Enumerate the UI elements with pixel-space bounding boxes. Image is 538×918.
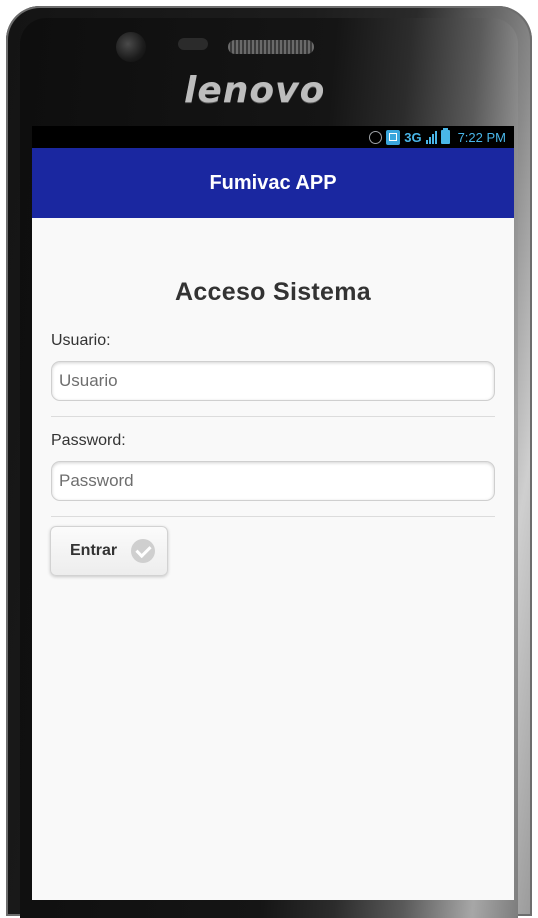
status-icons: 3G 7:22 PM [369,128,506,145]
network-type: 3G [404,129,422,145]
proximity-sensor [178,38,208,50]
password-input[interactable] [51,461,495,501]
battery-icon [440,128,450,144]
username-label: Usuario: [51,332,111,349]
check-icon [131,539,156,563]
app-title: Fumivac APP [209,171,337,194]
divider [51,416,495,417]
app-header: Fumivac APP [32,148,514,218]
password-label: Password: [51,432,126,449]
divider [51,516,495,517]
front-camera [116,32,146,62]
brand-logo: lenovo [184,70,326,111]
status-bar: 3G 7:22 PM [32,126,514,148]
username-input[interactable] [51,361,495,401]
page-title: Acceso Sistema [175,278,371,306]
login-button-label: Entrar [70,542,118,559]
login-button[interactable]: Entrar [50,526,168,576]
signal-strength-icon [425,130,437,144]
phone-screen: 3G 7:22 PM Fumivac APP Acceso Sistema Us… [32,126,514,900]
status-clock: 7:22 PM [457,129,506,145]
alarm-icon [369,130,383,144]
earpiece-speaker [228,40,314,54]
sim-card-icon [386,129,401,145]
